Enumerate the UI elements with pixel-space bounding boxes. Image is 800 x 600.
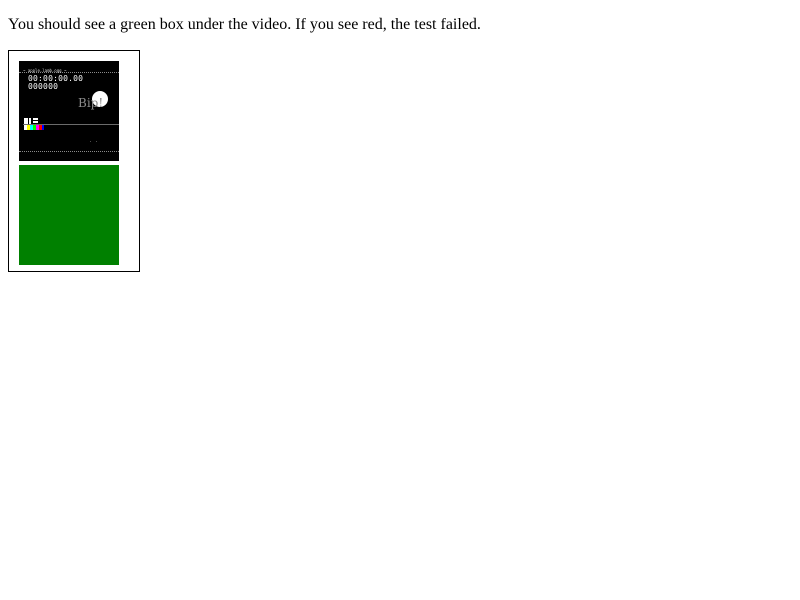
- video-player[interactable]: ~ apple.lamb.ogg ~ 00:00:00.00 000000 Bi…: [19, 61, 119, 161]
- video-caption: Bip!: [78, 96, 104, 110]
- instruction-text: You should see a green box under the vid…: [8, 16, 481, 33]
- result-box: [19, 165, 119, 265]
- bottom-dotted-line: [19, 151, 119, 152]
- video-frame-count: 000000: [28, 82, 59, 91]
- color-bars-icon: [24, 118, 44, 130]
- video-dots: . .: [89, 138, 99, 144]
- test-container: ~ apple.lamb.ogg ~ 00:00:00.00 000000 Bi…: [8, 50, 140, 272]
- video-title-overlay: ~ apple.lamb.ogg ~: [23, 68, 67, 73]
